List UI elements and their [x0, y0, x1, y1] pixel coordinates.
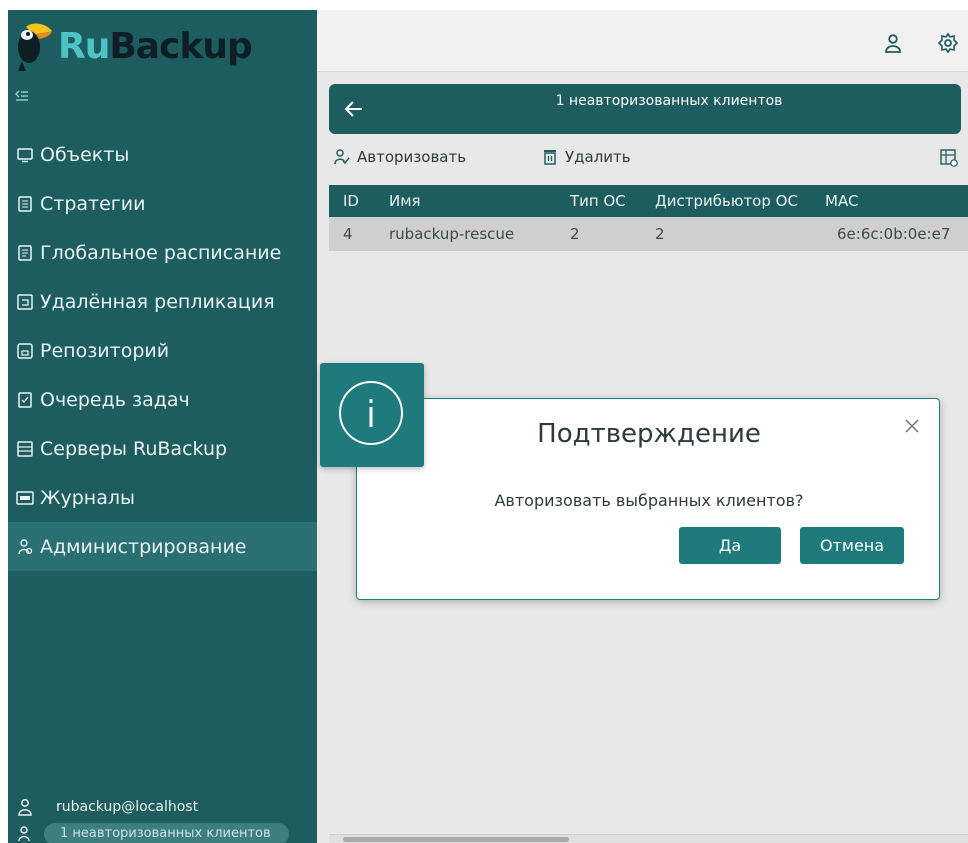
sidebar-item-administration[interactable]: Администрирование [8, 522, 317, 571]
replication-icon [17, 293, 33, 310]
page-title: 1 неавторизованных клиентов [555, 93, 783, 109]
back-arrow-icon[interactable] [341, 96, 367, 122]
document-icon [18, 195, 32, 212]
monitor-icon [17, 147, 33, 162]
user-profile-icon[interactable] [882, 32, 904, 54]
dialog-title: Подтверждение [537, 419, 761, 449]
sidebar-item-label: Серверы RuBackup [40, 437, 228, 460]
sidebar-item-label: Глобальное расписание [40, 241, 282, 264]
info-badge [320, 363, 424, 467]
server-icon [17, 440, 33, 457]
cell-os-type: 2 [570, 225, 580, 243]
settings-gear-icon[interactable] [937, 32, 959, 54]
horizontal-scrollbar[interactable] [329, 834, 968, 843]
page-header: 1 неавторизованных клиентов [329, 84, 961, 134]
task-queue-icon [18, 391, 32, 408]
cell-os-distributor: 2 [655, 225, 665, 243]
cell-id: 4 [343, 225, 353, 243]
clients-table: ID Имя Тип ОС Дистрибьютор ОС MAC 4 ruba… [329, 185, 968, 251]
column-header-os-distributor[interactable]: Дистрибьютор ОС [655, 192, 798, 210]
sidebar-item-label: Удалённая репликация [40, 290, 275, 313]
sidebar-item-objects[interactable]: Объекты [8, 130, 317, 179]
user-icon [18, 799, 32, 816]
table-settings-icon[interactable] [939, 148, 959, 168]
cancel-button[interactable]: Отмена [800, 527, 904, 564]
sidebar-item-rubackup-servers[interactable]: Серверы RuBackup [8, 424, 317, 473]
sidebar-item-repository[interactable]: Репозиторий [8, 326, 317, 375]
sidebar-item-remote-replication[interactable]: Удалённая репликация [8, 277, 317, 326]
current-user-label: rubackup@localhost [56, 799, 199, 815]
app-name: RuBackup [58, 25, 253, 67]
sidebar: RuBackup Объекты Стратегии Глобальное ра… [8, 10, 317, 843]
repository-icon [17, 342, 33, 359]
yes-button[interactable]: Да [679, 527, 781, 564]
schedule-icon [18, 244, 32, 261]
info-icon [339, 381, 403, 445]
current-user[interactable]: rubackup@localhost [16, 798, 198, 816]
column-header-os-type[interactable]: Тип ОС [570, 192, 626, 210]
top-bar [317, 10, 968, 72]
column-header-id[interactable]: ID [343, 192, 359, 210]
sidebar-item-label: Объекты [40, 143, 130, 166]
collapse-sidebar-icon[interactable] [14, 88, 30, 104]
cell-name: rubackup-rescue [389, 225, 515, 243]
sidebar-item-global-schedule[interactable]: Глобальное расписание [8, 228, 317, 277]
log-icon [16, 490, 34, 505]
app-logo: RuBackup [12, 18, 253, 74]
cell-mac: 6e:6c:0b:0e:e7 [837, 225, 951, 243]
dialog-message: Авторизовать выбранных клиентов? [494, 491, 804, 510]
scrollbar-thumb[interactable] [343, 837, 569, 842]
sidebar-item-label: Стратегии [40, 192, 146, 215]
trash-icon [544, 150, 556, 165]
authorize-user-icon [334, 149, 350, 165]
delete-button[interactable]: Удалить [541, 148, 631, 166]
confirmation-dialog: Подтверждение Авторизовать выбранных кли… [356, 398, 940, 600]
unauthorized-clients-indicator[interactable]: 1 неавторизованных клиентов [16, 823, 289, 843]
close-icon[interactable] [903, 417, 921, 435]
admin-icon [18, 538, 33, 554]
sidebar-item-label: Администрирование [40, 535, 247, 558]
sidebar-item-strategies[interactable]: Стратегии [8, 179, 317, 228]
table-header: ID Имя Тип ОС Дистрибьютор ОС MAC [329, 185, 968, 217]
toolbar: Авторизовать Удалить [329, 146, 961, 172]
authorize-label: Авторизовать [357, 148, 467, 166]
column-header-name[interactable]: Имя [389, 192, 421, 210]
sidebar-item-task-queue[interactable]: Очередь задач [8, 375, 317, 424]
sidebar-item-label: Журналы [40, 486, 135, 509]
column-header-mac[interactable]: MAC [825, 192, 858, 210]
authorize-button[interactable]: Авторизовать [333, 148, 466, 166]
sidebar-item-label: Очередь задач [40, 388, 190, 411]
unauthorized-clients-badge[interactable]: 1 неавторизованных клиентов [44, 823, 289, 843]
sidebar-item-logs[interactable]: Журналы [8, 473, 317, 522]
sidebar-nav: Объекты Стратегии Глобальное расписание … [8, 130, 317, 571]
delete-label: Удалить [565, 148, 631, 166]
unauthorized-clients-icon [18, 826, 30, 842]
sidebar-item-label: Репозиторий [40, 339, 170, 362]
toucan-logo-icon [18, 23, 52, 71]
table-row[interactable]: 4 rubackup-rescue 2 2 6e:6c:0b:0e:e7 [329, 217, 968, 251]
